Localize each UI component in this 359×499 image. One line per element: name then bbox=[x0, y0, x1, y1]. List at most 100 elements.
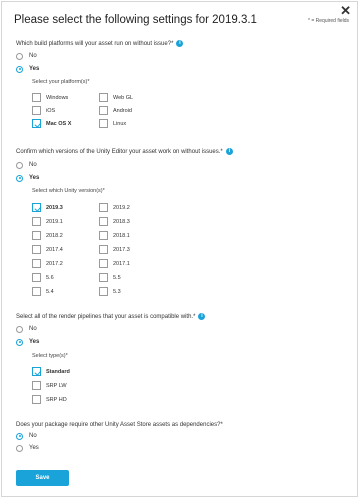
radio-button[interactable] bbox=[16, 65, 23, 73]
checkbox-label: Standard bbox=[46, 368, 70, 375]
checkbox-platform-android[interactable]: Android bbox=[99, 105, 132, 116]
checkbox[interactable] bbox=[99, 217, 108, 226]
radio-q2-yes[interactable]: Yes bbox=[16, 173, 39, 183]
checkbox-version-2019-2[interactable]: 2019.2 bbox=[99, 202, 130, 213]
checkbox[interactable] bbox=[99, 119, 108, 128]
checkbox[interactable] bbox=[32, 259, 41, 268]
checkbox-type-srp-hd[interactable]: SRP HD bbox=[32, 394, 67, 405]
checkbox[interactable] bbox=[99, 273, 108, 282]
radio-button[interactable] bbox=[16, 161, 23, 169]
radio-label: Yes bbox=[29, 339, 40, 345]
radio-q1-yes[interactable]: Yes bbox=[16, 64, 39, 74]
checkbox-platform-ios[interactable]: iOS bbox=[32, 105, 55, 116]
checkbox-version-2018-1[interactable]: 2018.1 bbox=[99, 230, 130, 241]
checkbox-version-5-5[interactable]: 5.5 bbox=[99, 272, 121, 283]
checkbox[interactable] bbox=[99, 245, 108, 254]
checkbox[interactable] bbox=[32, 203, 41, 212]
checkbox-version-2017-1[interactable]: 2017.1 bbox=[99, 258, 130, 269]
radio-q4-no[interactable]: No bbox=[16, 431, 37, 441]
checkbox-label: 2017.2 bbox=[46, 260, 63, 267]
checkbox-label: Linux bbox=[113, 120, 127, 127]
checkbox-version-2018-2[interactable]: 2018.2 bbox=[32, 230, 63, 241]
checkbox-label: 5.5 bbox=[113, 274, 121, 281]
question-unity-versions: Confirm which versions of the Unity Edit… bbox=[16, 148, 233, 155]
checkbox-platform-webgl[interactable]: Web GL bbox=[99, 92, 133, 103]
close-icon[interactable]: ✕ bbox=[340, 4, 351, 17]
checkbox[interactable] bbox=[32, 119, 41, 128]
checkbox-label: 2019.2 bbox=[113, 204, 130, 211]
question-text: Select all of the render pipelines that … bbox=[16, 314, 196, 321]
checkbox-label: Web GL bbox=[113, 94, 134, 101]
checkbox[interactable] bbox=[99, 259, 108, 268]
checkbox-version-5-3[interactable]: 5.3 bbox=[99, 286, 121, 297]
radio-button[interactable] bbox=[16, 432, 23, 440]
checkbox[interactable] bbox=[99, 203, 108, 212]
checkbox-label: 2019.1 bbox=[46, 218, 63, 225]
checkbox-label: 2018.1 bbox=[113, 232, 130, 239]
checkbox-label: SRP LW bbox=[46, 382, 67, 389]
checkbox[interactable] bbox=[99, 231, 108, 240]
checkbox-version-2019-3[interactable]: 2019.3 bbox=[32, 202, 63, 213]
radio-label: Yes bbox=[29, 175, 40, 181]
radio-q4-yes[interactable]: Yes bbox=[16, 443, 39, 453]
checkbox-version-2017-2[interactable]: 2017.2 bbox=[32, 258, 63, 269]
checkbox-label: Android bbox=[113, 107, 132, 114]
save-button[interactable]: Save bbox=[16, 470, 69, 486]
checkbox-label: iOS bbox=[46, 107, 56, 114]
checkbox-label: 5.4 bbox=[46, 288, 54, 295]
radio-q2-no[interactable]: No bbox=[16, 160, 37, 170]
info-icon[interactable]: i bbox=[225, 148, 233, 155]
radio-label: Yes bbox=[29, 445, 39, 451]
checkbox-label: 2017.3 bbox=[113, 246, 130, 253]
radio-button[interactable] bbox=[16, 338, 23, 346]
checkbox[interactable] bbox=[99, 106, 108, 115]
radio-label: No bbox=[29, 433, 37, 439]
checkbox-label: Mac OS X bbox=[46, 120, 72, 127]
radio-label: No bbox=[29, 162, 37, 168]
checkbox[interactable] bbox=[32, 367, 41, 376]
checkbox[interactable] bbox=[32, 217, 41, 226]
checkbox[interactable] bbox=[32, 273, 41, 282]
question-build-platforms: Which build platforms will your asset ru… bbox=[16, 40, 184, 47]
checkbox-label: 2019.3 bbox=[46, 204, 63, 211]
checkbox[interactable] bbox=[32, 245, 41, 254]
checkbox-version-2017-4[interactable]: 2017.4 bbox=[32, 244, 63, 255]
checkbox-version-2019-1[interactable]: 2019.1 bbox=[32, 216, 63, 227]
checkbox-platform-macosx[interactable]: Mac OS X bbox=[32, 118, 71, 129]
checkbox-type-standard[interactable]: Standard bbox=[32, 366, 70, 377]
checkbox[interactable] bbox=[32, 381, 41, 390]
checkbox[interactable] bbox=[32, 231, 41, 240]
checkbox[interactable] bbox=[32, 106, 41, 115]
radio-button[interactable] bbox=[16, 52, 23, 60]
types-sub-label: Select type(s)* bbox=[32, 353, 68, 359]
radio-q1-no[interactable]: No bbox=[16, 51, 37, 61]
versions-sub-label: Select which Unity version(s)* bbox=[32, 188, 105, 194]
checkbox-type-srp-lw[interactable]: SRP LW bbox=[32, 380, 67, 391]
checkbox-version-5-6[interactable]: 5.6 bbox=[32, 272, 54, 283]
checkbox[interactable] bbox=[32, 287, 41, 296]
checkbox-version-2017-3[interactable]: 2017.3 bbox=[99, 244, 130, 255]
radio-label: Yes bbox=[29, 66, 40, 72]
radio-button[interactable] bbox=[16, 444, 23, 452]
question-dependencies: Does your package require other Unity As… bbox=[16, 422, 223, 428]
radio-button[interactable] bbox=[16, 325, 23, 333]
checkbox-platform-windows[interactable]: Windows bbox=[32, 92, 68, 103]
checkbox-platform-linux[interactable]: Linux bbox=[99, 118, 126, 129]
radio-q3-yes[interactable]: Yes bbox=[16, 337, 39, 347]
checkbox[interactable] bbox=[99, 287, 108, 296]
checkbox[interactable] bbox=[32, 395, 41, 404]
checkbox-version-5-4[interactable]: 5.4 bbox=[32, 286, 54, 297]
required-fields-note: * = Required fields bbox=[308, 18, 349, 24]
checkbox-label: 2017.4 bbox=[46, 246, 63, 253]
checkbox-version-2018-3[interactable]: 2018.3 bbox=[99, 216, 130, 227]
checkbox[interactable] bbox=[99, 93, 108, 102]
checkbox-label: 2017.1 bbox=[113, 260, 130, 267]
checkbox[interactable] bbox=[32, 93, 41, 102]
radio-q3-no[interactable]: No bbox=[16, 324, 37, 334]
info-icon[interactable]: i bbox=[198, 313, 206, 320]
info-icon[interactable]: i bbox=[176, 40, 184, 47]
platforms-sub-label: Select your platform(s)* bbox=[32, 79, 90, 85]
radio-button[interactable] bbox=[16, 174, 23, 182]
checkbox-label: 5.6 bbox=[46, 274, 54, 281]
dialog-title: Please select the following settings for… bbox=[14, 14, 257, 26]
